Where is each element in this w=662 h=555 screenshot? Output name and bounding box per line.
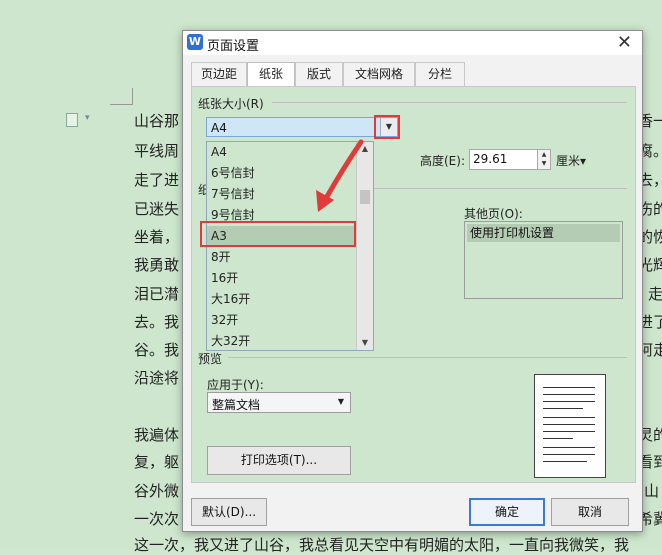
red-arrow-icon — [316, 139, 364, 212]
arrow-shaft — [322, 139, 364, 203]
